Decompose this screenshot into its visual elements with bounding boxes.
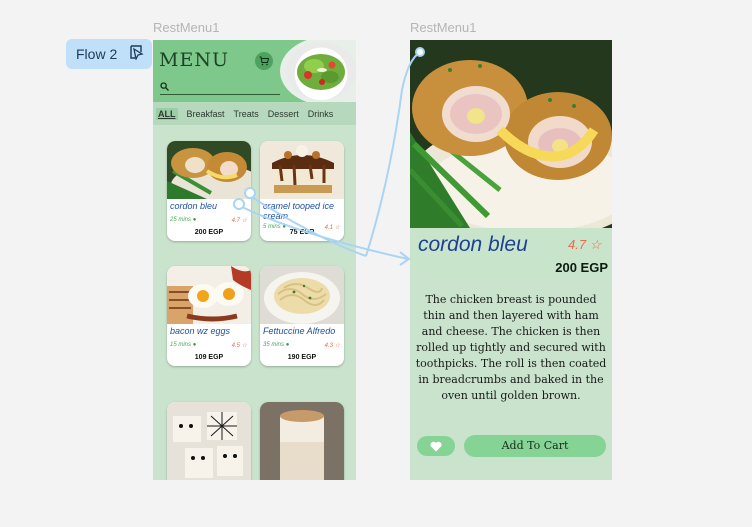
star-icon: ☆ [589,237,602,252]
salad-image [286,42,356,100]
dish-hero-image [410,40,612,228]
clock-icon: ● [285,342,290,348]
dish-title: cordon bleu [418,233,528,256]
search-icon[interactable] [160,82,169,91]
food-image [167,141,251,199]
card-time-value: 35 mins [263,342,285,348]
flow-play-icon [129,44,145,64]
category-tab-dessert[interactable]: Dessert [268,109,299,119]
heart-icon [430,441,442,451]
food-image [260,402,344,480]
favorite-button[interactable] [417,436,455,456]
card-rating: 4.3 ☆ [325,342,340,349]
dish-description: The chicken breast is pounded thin and t… [415,293,607,402]
food-image [167,266,251,324]
flow-start-badge[interactable]: Flow 2 [66,39,152,69]
clock-icon: ● [192,342,197,348]
category-tab-treats[interactable]: Treats [234,109,259,119]
menu-screen: MENU ALL Breakfast Treats Dessert Drinks [153,40,356,480]
category-bar: ALL Breakfast Treats Dessert Drinks [153,102,356,125]
card-rating: 4.5 ☆ [232,342,247,349]
menu-card-latte[interactable] [260,402,344,480]
menu-card-bacon-eggs[interactable]: bacon wz eggs 15 mins ● 4.5 ☆ 109 EGP [167,266,251,366]
search-input[interactable] [160,94,280,95]
card-name: Fettuccine Alfredo [263,326,336,336]
menu-title: MENU [159,49,229,71]
detail-screen: cordon bleu 4.7 ☆ 200 EGP The chicken br… [410,40,612,480]
category-tab-breakfast[interactable]: Breakfast [187,109,225,119]
star-icon: ☆ [241,218,247,224]
card-price: 75 EGP [289,229,315,236]
card-price: 190 EGP [287,354,317,361]
menu-card-fettuccine[interactable]: Fettuccine Alfredo 35 mins ● 4.3 ☆ 190 E… [260,266,344,366]
star-icon: ☆ [334,343,340,349]
card-name: cramel tooped ice cream [263,201,335,221]
menu-card-cordon-bleu[interactable]: cordon bleu 25 mins ● 4.7 ☆ 200 EGP [167,141,251,241]
dish-price: 200 EGP [555,260,608,275]
frame-label-detail[interactable]: RestMenu1 [410,20,476,35]
prototype-connection[interactable] [0,0,752,527]
menu-header: MENU [153,40,356,106]
frame-label-menu[interactable]: RestMenu1 [153,20,219,35]
cart-icon [259,56,269,66]
category-tab-all[interactable]: ALL [156,107,178,120]
food-image [260,266,344,324]
card-time-value: 15 mins [170,342,192,348]
food-image [260,141,344,199]
card-price: 109 EGP [194,354,224,361]
add-to-cart-button[interactable]: Add To Cart [464,435,606,457]
card-time-value: 25 mins [170,217,192,223]
star-icon: ☆ [241,343,247,349]
card-rating-value: 4.7 [231,218,240,224]
food-image [167,402,251,480]
card-rating-value: 4.3 [324,343,333,349]
menu-card-caramel-ice-cream[interactable]: cramel tooped ice cream 5 mins ● 4.1 ☆ 7… [260,141,344,241]
card-name: bacon wz eggs [170,326,231,336]
menu-card-halloween-treats[interactable] [167,402,251,480]
card-time: 25 mins ● [170,217,196,223]
clock-icon: ● [192,217,197,223]
card-price: 200 EGP [194,229,224,236]
card-rating-value: 4.5 [231,343,240,349]
flow-label: Flow 2 [76,46,118,62]
category-tab-drinks[interactable]: Drinks [308,109,334,119]
card-rating: 4.7 ☆ [232,217,247,224]
card-name: cordon bleu [170,201,218,211]
cart-button[interactable] [255,52,273,70]
card-time: 15 mins ● [170,342,196,348]
card-time: 35 mins ● [263,342,289,348]
dish-rating: 4.7 ☆ [568,237,601,253]
dish-rating-value: 4.7 [568,237,587,252]
